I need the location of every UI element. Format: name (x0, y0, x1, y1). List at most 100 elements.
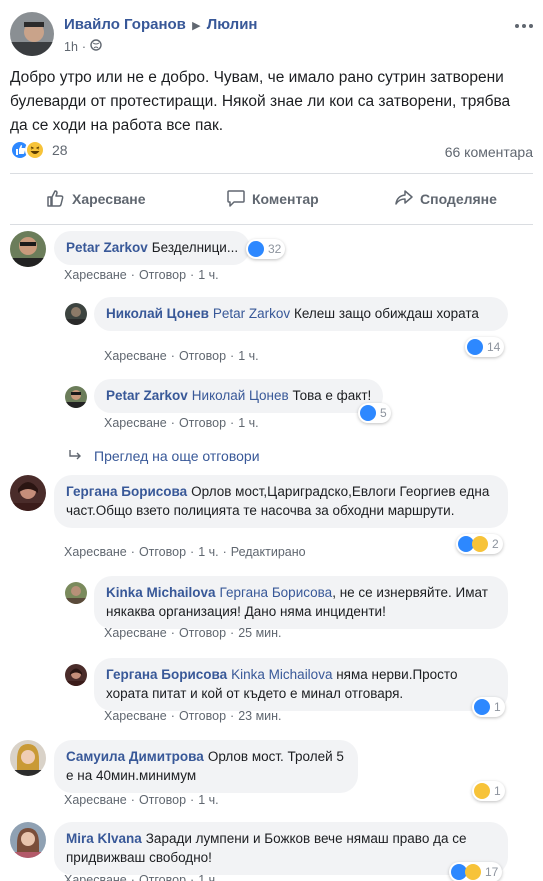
comment-edited[interactable]: Редактирано (231, 545, 306, 559)
reply-reactions[interactable]: 5 (358, 403, 391, 423)
reply-author[interactable]: Николай Цонев (106, 306, 209, 321)
divider-top (10, 173, 533, 174)
share-button-label: Споделяне (420, 191, 497, 207)
comment-bubble: Petar Zarkov Безделници... (54, 231, 251, 265)
reply-reply-link[interactable]: Отговор (179, 349, 226, 363)
comment-author[interactable]: Гергана Борисова (66, 484, 187, 499)
like-reaction-icon (248, 241, 264, 257)
reply-bubble: Kinka Michailova Гергана Борисова, не се … (94, 576, 508, 629)
reply-bubble: Гергана Борисова Kinka Michailova няма не… (94, 658, 508, 711)
comment-time[interactable]: 1 ч. (198, 268, 218, 282)
like-reaction-icon (474, 699, 490, 715)
comment-reactions-count: 32 (268, 242, 282, 256)
reply-reactions[interactable]: 1 (472, 697, 505, 717)
divider-bottom (10, 224, 533, 225)
comment-text: Безделници... (151, 240, 239, 255)
post-reactions[interactable]: 28 (10, 140, 68, 160)
reply-text: Келеш защо обиждаш хората (293, 306, 479, 321)
comment-avatar[interactable] (10, 740, 46, 776)
comment-reactions[interactable]: 2 (456, 534, 503, 554)
reply-author[interactable]: Petar Zarkov (106, 388, 188, 403)
post-author-avatar[interactable] (10, 12, 54, 56)
reply-actions: Харесване · Отговор · 1 ч. (104, 349, 259, 363)
reply-like-link[interactable]: Харесване (104, 416, 167, 430)
reply-reactions[interactable]: 14 (465, 337, 505, 357)
post-time[interactable]: 1h (64, 40, 78, 54)
like-button[interactable]: Харесване (46, 186, 146, 212)
comment-time[interactable]: 1 ч. (198, 793, 218, 807)
comment-like-link[interactable]: Харесване (64, 793, 127, 807)
comment-reactions[interactable]: 17 (449, 862, 503, 881)
reply-reply-link[interactable]: Отговор (179, 416, 226, 430)
reply-mention[interactable]: Kinka Michailova (231, 667, 332, 682)
reply-mention[interactable]: Petar Zarkov (213, 306, 290, 321)
reply-text: Това е факт! (292, 388, 372, 403)
comment-bubble: Самуила Димитрова Орлов мост. Тролей 5 е … (54, 740, 358, 793)
comment-reactions[interactable]: 32 (246, 239, 286, 259)
reply-avatar[interactable] (65, 303, 87, 325)
reply-time[interactable]: 23 мин. (238, 709, 281, 723)
reply-reactions-count: 14 (487, 340, 501, 354)
comment-author[interactable]: Petar Zarkov (66, 240, 148, 255)
comment-avatar[interactable] (10, 475, 46, 511)
comment-like-link[interactable]: Харесване (64, 268, 127, 282)
reply-avatar[interactable] (65, 582, 87, 604)
comment-button[interactable]: Коментар (226, 186, 319, 212)
more-dots-icon[interactable] (514, 16, 534, 34)
post-author-name[interactable]: Ивайло Горанов (64, 16, 186, 33)
comment-reactions[interactable]: 1 (472, 781, 505, 801)
reply-bubble: Petar Zarkov Николай Цонев Това е факт! (94, 379, 384, 413)
reply-reply-link[interactable]: Отговор (179, 626, 226, 640)
comment-actions: Харесване · Отговор · 1 ч. (64, 268, 219, 282)
post-text: Добро утро или не е добро. Чувам, че има… (10, 69, 511, 134)
reply-bubble: Николай Цонев Petar Zarkov Келеш защо оби… (94, 297, 508, 331)
comment-reply-link[interactable]: Отговор (139, 793, 186, 807)
reply-time[interactable]: 1 ч. (238, 349, 258, 363)
comment-reactions-count: 2 (492, 537, 499, 551)
comment-author[interactable]: Mira Klvana (66, 831, 142, 846)
like-reaction-icon (360, 405, 376, 421)
share-button[interactable]: Споделяне (394, 186, 497, 212)
comment-avatar[interactable] (10, 822, 46, 858)
dot-separator: · (81, 39, 87, 54)
like-button-label: Харесване (72, 191, 146, 207)
comment-bubble: Гергана Борисова Орлов мост,Цариградско,Е… (54, 475, 508, 528)
comment-like-link[interactable]: Харесване (64, 545, 127, 559)
post-reactions-count: 28 (52, 142, 68, 158)
comment-like-link[interactable]: Харесване (64, 873, 127, 881)
reply-time[interactable]: 1 ч. (238, 416, 258, 430)
comment-button-label: Коментар (252, 191, 319, 207)
comment-icon (226, 188, 252, 211)
reply-mention[interactable]: Николай Цонев (192, 388, 289, 403)
post-meta: 1h · (64, 39, 102, 54)
thumbs-up-icon (46, 188, 72, 211)
comment-reactions-count: 17 (485, 865, 499, 879)
reply-author[interactable]: Гергана Борисова (106, 667, 227, 682)
reply-like-link[interactable]: Харесване (104, 349, 167, 363)
view-more-replies[interactable]: Преглед на още отговори (68, 448, 260, 464)
reply-time[interactable]: 25 мин. (238, 626, 281, 640)
reply-like-link[interactable]: Харесване (104, 626, 167, 640)
comment-reply-link[interactable]: Отговор (139, 545, 186, 559)
wow-reaction-icon (472, 536, 488, 552)
reply-actions: Харесване · Отговор · 1 ч. (104, 416, 259, 430)
share-icon (394, 188, 420, 211)
comment-time[interactable]: 1 ч. (198, 545, 218, 559)
comment-time[interactable]: 1 ч. (198, 873, 218, 881)
reply-avatar[interactable] (65, 664, 87, 686)
reply-like-link[interactable]: Харесване (104, 709, 167, 723)
reply-avatar[interactable] (65, 386, 87, 408)
comment-reactions-count: 1 (494, 784, 501, 798)
reply-reactions-count: 1 (494, 700, 501, 714)
post-group-name[interactable]: Люлин (207, 16, 258, 33)
reply-author[interactable]: Kinka Michailova (106, 585, 216, 600)
post-comments-count[interactable]: 66 коментара (445, 144, 533, 160)
comment-reply-link[interactable]: Отговор (139, 873, 186, 881)
comment-author[interactable]: Самуила Димитрова (66, 749, 204, 764)
comment-reply-link[interactable]: Отговор (139, 268, 186, 282)
reply-reply-link[interactable]: Отговор (179, 709, 226, 723)
reply-actions: Харесване · Отговор · 23 мин. (104, 709, 282, 723)
view-more-replies-label: Преглед на още отговори (94, 448, 260, 464)
reply-mention[interactable]: Гергана Борисова (220, 585, 333, 600)
comment-avatar[interactable] (10, 231, 46, 267)
